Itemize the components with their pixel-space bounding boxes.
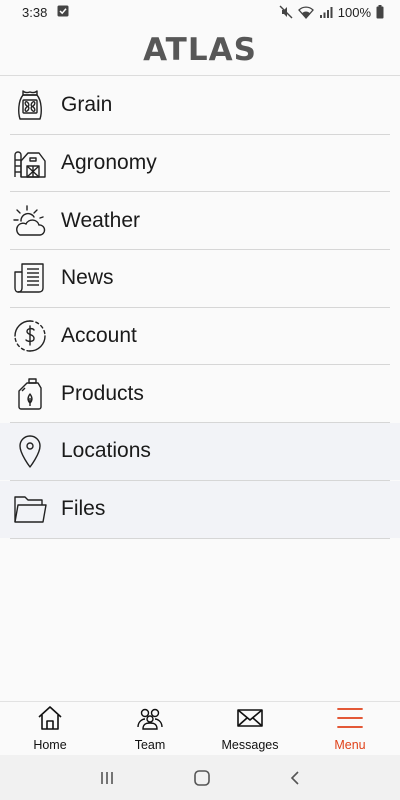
map-pin-icon: [10, 431, 50, 471]
nav-messages[interactable]: Messages: [200, 702, 300, 755]
menu-item-label: News: [61, 266, 114, 290]
status-time: 3:38: [22, 4, 48, 20]
menu-item-grain[interactable]: Grain: [10, 77, 390, 135]
newspaper-icon: [10, 258, 50, 298]
nav-label: Menu: [334, 738, 366, 752]
nav-team[interactable]: Team: [100, 702, 200, 755]
nav-label: Messages: [221, 738, 279, 752]
battery-icon: [376, 5, 384, 19]
menu-item-products[interactable]: Products: [10, 365, 390, 424]
nav-label: Team: [134, 738, 166, 752]
menu-item-agronomy[interactable]: Agronomy: [10, 135, 390, 193]
folder-icon: [10, 489, 50, 529]
menu-item-label: Grain: [61, 93, 113, 117]
grain-bag-icon: [10, 85, 50, 125]
jug-icon: [10, 374, 50, 414]
menu-list: Grain Agronomy Weather News Account Prod…: [0, 77, 400, 539]
signal-icon: [319, 6, 333, 19]
system-nav-bar: [0, 755, 400, 800]
hamburger-icon: [335, 705, 365, 736]
home-icon: [35, 705, 65, 736]
app-title: ATLAS: [143, 31, 257, 68]
app-header: ATLAS: [0, 24, 400, 76]
envelope-icon: [235, 705, 265, 736]
menu-item-label: Products: [61, 381, 144, 405]
menu-item-label: Agronomy: [61, 151, 157, 175]
menu-item-label: Weather: [61, 208, 140, 232]
team-icon: [135, 705, 165, 736]
wifi-icon: [297, 5, 314, 19]
menu-item-locations[interactable]: Locations: [0, 423, 400, 481]
dollar-circle-icon: [10, 316, 50, 356]
nav-menu[interactable]: Menu: [300, 702, 400, 755]
menu-item-account[interactable]: Account: [10, 308, 390, 366]
nav-label: Home: [33, 738, 67, 752]
bottom-nav: Home Team Messages Menu: [0, 701, 400, 755]
home-button-icon[interactable]: [193, 769, 211, 787]
menu-item-files[interactable]: Files: [0, 480, 400, 539]
notification-check-icon: [57, 5, 69, 20]
mute-icon: [279, 5, 293, 19]
barn-icon: [10, 143, 50, 183]
menu-item-label: Locations: [61, 439, 151, 463]
sun-cloud-icon: [10, 201, 50, 241]
battery-percent: 100%: [337, 4, 371, 20]
menu-item-label: Files: [61, 497, 106, 521]
nav-home[interactable]: Home: [0, 702, 100, 755]
recent-apps-icon[interactable]: [99, 771, 115, 785]
status-bar: 3:38 100%: [0, 0, 400, 24]
back-icon[interactable]: [289, 770, 301, 786]
menu-item-news[interactable]: News: [10, 250, 390, 308]
menu-item-weather[interactable]: Weather: [10, 192, 390, 251]
menu-item-label: Account: [61, 324, 137, 348]
